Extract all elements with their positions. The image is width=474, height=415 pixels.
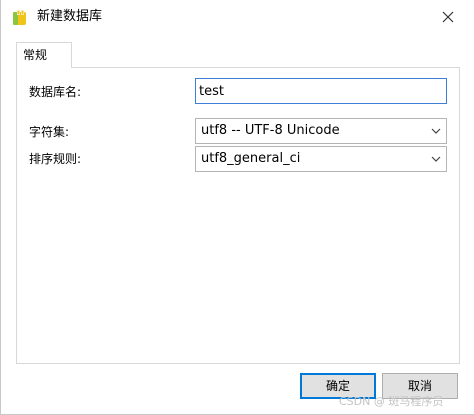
title-bar: 新建数据库 [1,0,474,34]
tab-panel-general [16,67,460,364]
charset-select[interactable]: utf8 -- UTF-8 Unicode [195,118,447,144]
charset-value: utf8 -- UTF-8 Unicode [201,123,340,138]
close-icon [442,11,454,23]
chevron-down-icon [431,156,441,162]
db-name-input[interactable] [195,78,447,104]
collation-value: utf8_general_ci [201,151,301,166]
database-icon [13,10,26,25]
tab-general-label: 常规 [23,48,48,62]
collation-select[interactable]: utf8_general_ci [195,146,447,172]
watermark: CSDN @ 斑马程序员 [339,395,444,408]
charset-label: 字符集: [29,125,70,139]
db-name-label: 数据库名: [29,85,82,99]
close-button[interactable] [437,6,459,28]
window-title: 新建数据库 [37,9,103,24]
new-database-dialog: 新建数据库 常规 数据库名: 字符集: utf8 -- UTF-8 Unicod… [0,0,474,415]
chevron-down-icon [431,128,441,134]
tab-general[interactable]: 常规 [16,42,72,68]
collation-label: 排序规则: [29,152,82,166]
